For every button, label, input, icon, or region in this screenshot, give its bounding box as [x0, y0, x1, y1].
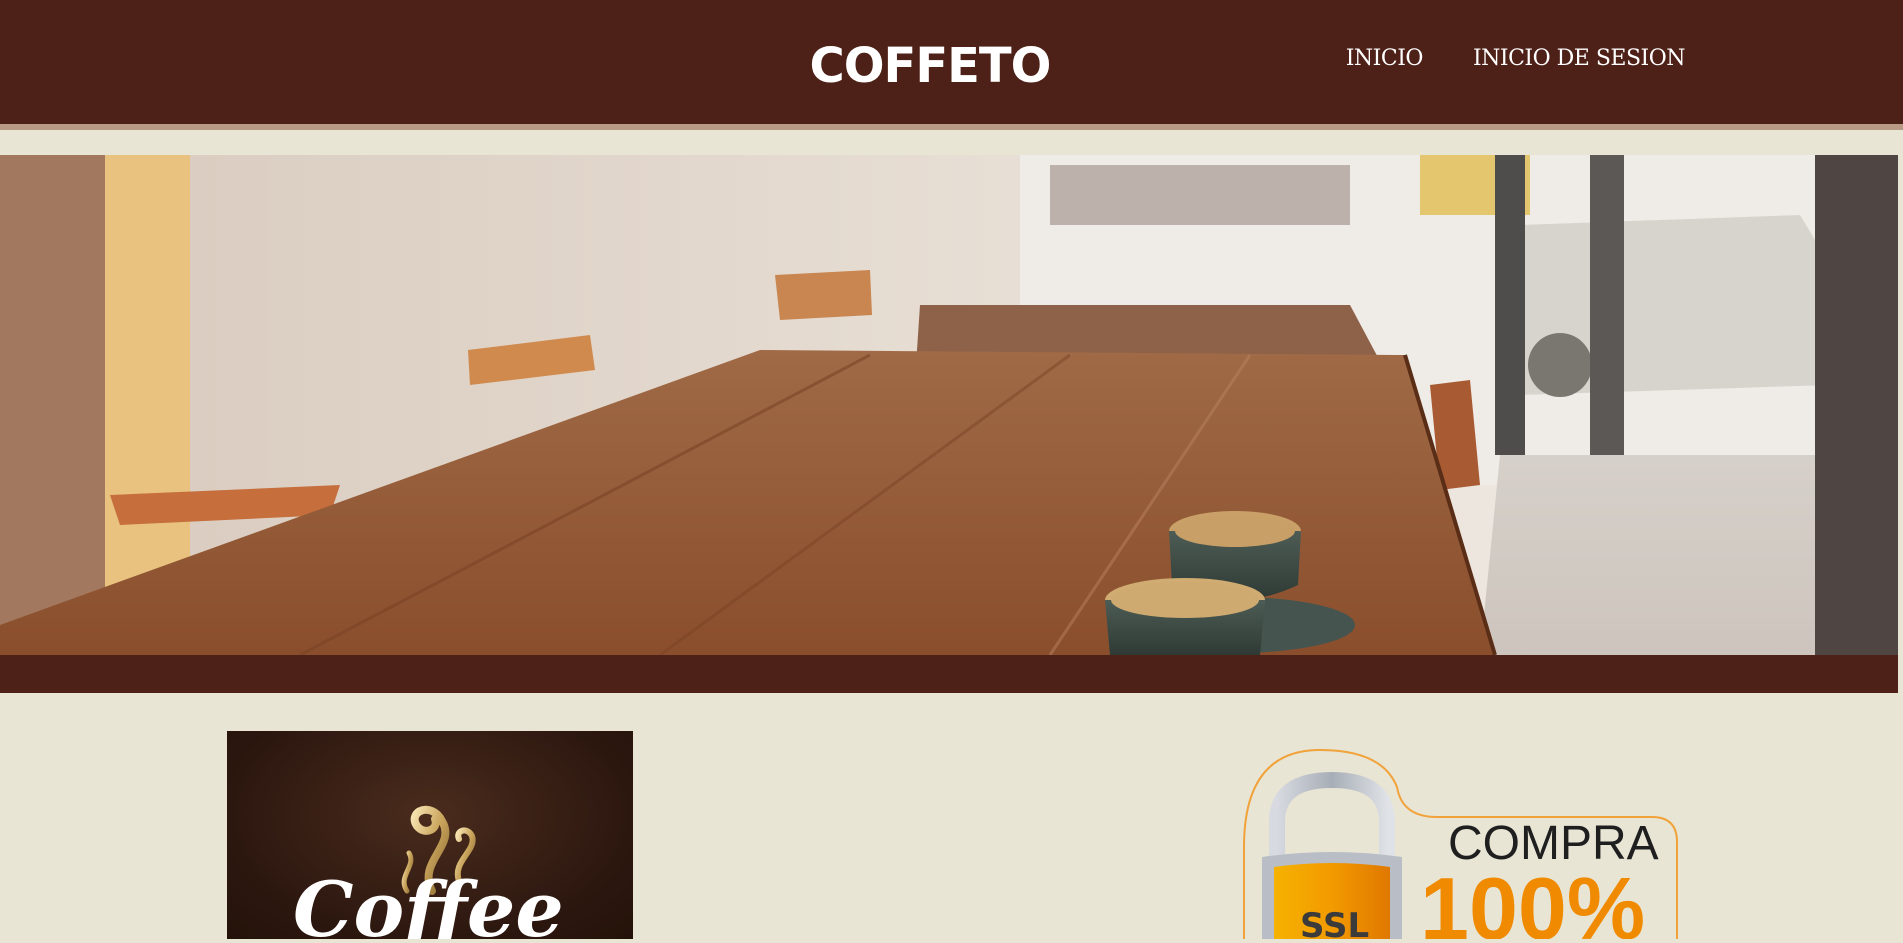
logo-wordmark: Coffee: [293, 865, 564, 939]
hero-edge: [1898, 155, 1903, 655]
ssl-label: SSL: [1300, 906, 1369, 939]
hero-bottom-bar: [0, 655, 1898, 693]
site-header: COFFETO INICIO INICIO DE SESION: [0, 0, 1903, 124]
main-nav: INICIO INICIO DE SESION: [1346, 46, 1686, 71]
coffee-logo-icon: Coffee: [293, 805, 564, 939]
nav-link-inicio-de-sesion[interactable]: INICIO DE SESION: [1473, 46, 1686, 71]
percent-label: 100%: [1420, 859, 1645, 939]
cafe-interior-illustration: [0, 155, 1898, 655]
ssl-lock-badge-icon: SSL COMPRA 100%: [1243, 748, 1678, 943]
hero-banner-image: [0, 155, 1898, 655]
coffee-logo-card[interactable]: Coffee: [227, 731, 633, 939]
ssl-secure-badge: SSL COMPRA 100%: [1222, 747, 1682, 943]
header-accent-stripe: [0, 124, 1903, 130]
nav-link-inicio[interactable]: INICIO: [1346, 46, 1424, 71]
